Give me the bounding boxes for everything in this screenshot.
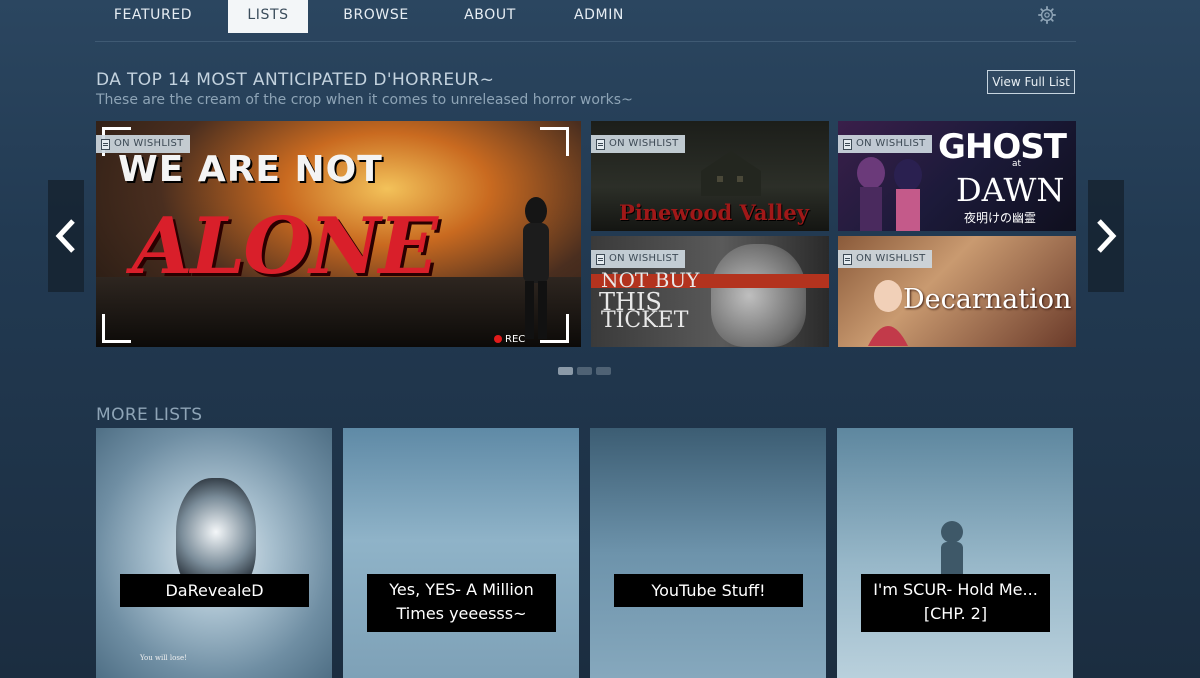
list-card-im-scur[interactable]: I'm SCUR- Hold Me... [CHP. 2] [837,428,1073,678]
list-card-darevealed[interactable]: DaRevealeD You will lose! [96,428,332,678]
view-full-list-button[interactable]: View Full List [987,70,1075,94]
wishlist-badge: ON WISHLIST [838,250,932,268]
nav-browse[interactable]: BROWSE [331,0,421,33]
document-icon [843,254,852,265]
carousel-dot-2[interactable] [577,367,592,375]
game-title-jp: 夜明けの幽霊 [964,211,1037,225]
list-title: DA TOP 14 MOST ANTICIPATED D'HORREUR~ [96,70,495,90]
chevron-left-icon [55,219,75,253]
list-subtitle: These are the cream of the crop when it … [96,92,633,108]
document-icon [596,254,605,265]
game-title-line1: GHOST [938,127,1067,167]
nav-admin[interactable]: ADMIN [559,0,639,33]
list-card-label: YouTube Stuff! [614,574,803,607]
wishlist-badge: ON WISHLIST [591,135,685,153]
frame-corner [540,314,569,343]
game-title-line1: WE ARE NOT [118,149,383,190]
list-card-youtube-stuff[interactable]: YouTube Stuff! [590,428,826,678]
document-icon [596,139,605,150]
top-nav: FEATURED LISTS BROWSE ABOUT ADMIN [95,0,1076,42]
game-title: Decarnation [903,284,1072,315]
tile-art [701,151,761,196]
list-card-label-line1: I'm SCUR- Hold Me... [873,580,1038,599]
game-title-line2: ALONE [132,201,438,292]
list-card-label-line2: Times yeeesss~ [396,604,527,623]
more-lists-title: MORE LISTS [96,405,203,425]
list-card-label: DaRevealeD [120,574,309,607]
frame-corner [540,127,569,156]
tile-art [711,244,806,347]
list-card-label: I'm SCUR- Hold Me... [CHP. 2] [861,574,1050,632]
list-card-label-line2: [CHP. 2] [923,604,988,623]
document-icon [843,139,852,150]
list-card-yes-yes[interactable]: Yes, YES- A Million Times yeeesss~ [343,428,579,678]
game-title: Pinewood Valley [619,200,809,225]
tile-art [857,157,922,231]
card-caption: You will lose! [140,654,187,662]
wishlist-badge: ON WISHLIST [591,250,685,268]
wishlist-badge-label: ON WISHLIST [856,138,926,149]
frame-corner [102,314,131,343]
game-tile-do-not-buy-this-ticket[interactable]: NOT BUY THIS TICKET ON WISHLIST [591,236,829,347]
wishlist-badge-label: ON WISHLIST [609,138,679,149]
carousel-dot-3[interactable] [596,367,611,375]
game-tile-decarnation[interactable]: Decarnation ON WISHLIST [838,236,1076,347]
wishlist-badge-label: ON WISHLIST [856,253,926,264]
list-card-label-line1: Yes, YES- A Million [389,580,534,599]
game-tile-we-are-not-alone[interactable]: WE ARE NOT ALONE REC ON WISHLIST [96,121,581,347]
game-title-at: at [1012,159,1022,169]
carousel-prev-button[interactable] [48,180,84,292]
wishlist-badge: ON WISHLIST [838,135,932,153]
nav-featured[interactable]: FEATURED [95,0,211,33]
wishlist-badge: ON WISHLIST [96,135,190,153]
game-title-line2: DAWN [956,171,1065,209]
game-tile-ghost-at-dawn[interactable]: GHOST at DAWN 夜明けの幽霊 ON WISHLIST [838,121,1076,231]
chevron-right-icon [1097,219,1117,253]
rec-indicator: REC [494,334,525,345]
wishlist-badge-label: ON WISHLIST [609,253,679,264]
wishlist-badge-label: ON WISHLIST [114,138,184,149]
game-title-line3: TICKET [601,308,689,333]
list-card-label: Yes, YES- A Million Times yeeesss~ [367,574,556,632]
nav-lists[interactable]: LISTS [228,0,308,33]
document-icon [101,139,110,150]
carousel-dot-1[interactable] [558,367,573,375]
nav-about[interactable]: ABOUT [450,0,530,33]
gear-icon[interactable] [1038,6,1056,24]
carousel-pagination [558,360,615,379]
carousel-next-button[interactable] [1088,180,1124,292]
game-tile-pinewood-valley[interactable]: Pinewood Valley ON WISHLIST [591,121,829,231]
